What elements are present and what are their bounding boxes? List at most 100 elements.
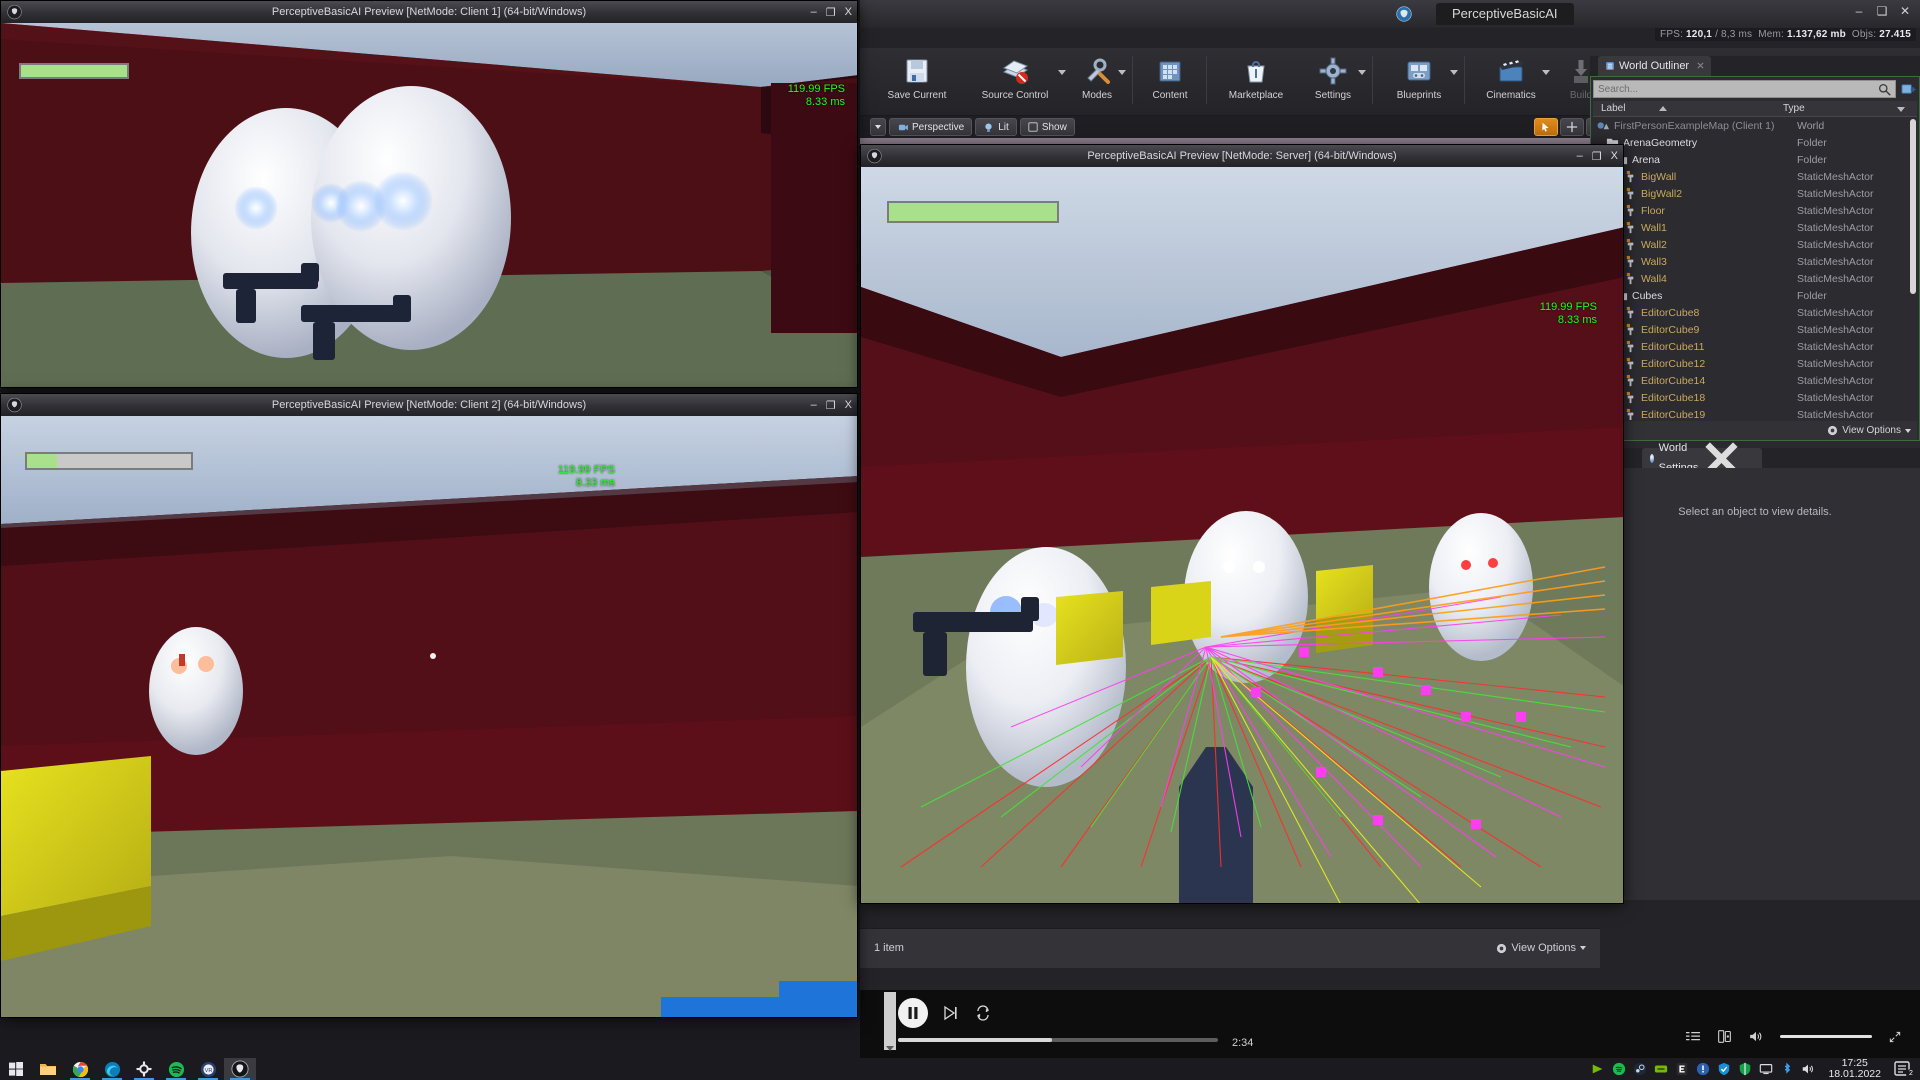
outliner-row[interactable]: EditorCube19 StaticMeshActor [1593, 406, 1917, 420]
maximize-button[interactable]: ❐ [826, 399, 836, 412]
outliner-row[interactable]: BigWall StaticMeshActor [1593, 168, 1917, 185]
preview-window-client2[interactable]: PerceptiveBasicAI Preview [NetMode: Clie… [0, 393, 858, 1018]
viewport-translate-button[interactable] [1559, 118, 1584, 136]
taskbar-start-button[interactable] [0, 1058, 32, 1080]
project-tab[interactable]: PerceptiveBasicAI [1436, 3, 1574, 25]
toolbar-marketplace-button[interactable]: Marketplace [1216, 50, 1296, 112]
taskbar-vr-app[interactable]: VR [192, 1058, 224, 1080]
close-button[interactable]: X [845, 6, 852, 18]
outliner-row[interactable]: FirstPersonExampleMap (Client 1) World [1593, 117, 1917, 134]
preview-viewport-client2[interactable]: 119.99 FPS 8.33 ms [1, 416, 857, 1017]
taskbar-clock[interactable]: 17:25 18.01.2022 [1822, 1058, 1887, 1080]
outliner-row[interactable]: Wall3 StaticMeshActor [1593, 253, 1917, 270]
tray-volume[interactable] [1801, 1062, 1815, 1076]
chevron-down-icon[interactable] [1358, 70, 1366, 75]
viewport-lit-button[interactable]: Lit [975, 118, 1017, 136]
toolbar-cinematics-button[interactable]: Cinematics [1474, 50, 1550, 112]
preview-window-client1[interactable]: PerceptiveBasicAI Preview [NetMode: Clie… [0, 0, 858, 388]
viewport-show-button[interactable]: Show [1019, 118, 1075, 136]
filter-chevron-down-icon[interactable] [1897, 107, 1905, 112]
taskbar-unreal-engine[interactable] [224, 1058, 256, 1080]
toolbar-save-current-button[interactable]: Save Current [874, 50, 960, 112]
outliner-row[interactable]: Floor StaticMeshActor [1593, 202, 1917, 219]
maximize-button[interactable]: ❑ [1875, 4, 1889, 18]
taskbar-spotify[interactable] [160, 1058, 192, 1080]
viewport-menu-button[interactable] [870, 118, 886, 136]
tray-shield[interactable] [1738, 1062, 1752, 1076]
close-button[interactable]: X [845, 399, 852, 411]
outliner-row[interactable]: Wall1 StaticMeshActor [1593, 219, 1917, 236]
toolbar-settings-button[interactable]: Settings [1302, 50, 1366, 112]
outliner-row[interactable]: ArenaGeometry Folder [1593, 134, 1917, 151]
toolbar-source-control-button[interactable]: Source Control [966, 50, 1066, 112]
chevron-down-icon[interactable] [1118, 70, 1126, 75]
fullscreen-icon[interactable] [1888, 1030, 1902, 1044]
outliner-row[interactable]: Arena Folder [1593, 151, 1917, 168]
outliner-row[interactable]: Wall2 StaticMeshActor [1593, 236, 1917, 253]
maximize-button[interactable]: ❐ [826, 6, 836, 19]
media-progress-bar[interactable] [898, 1038, 1218, 1042]
minimize-button[interactable]: – [811, 6, 817, 18]
outliner-row[interactable]: Cubes Folder [1593, 287, 1917, 304]
close-button[interactable]: ✕ [1898, 4, 1912, 18]
outliner-view-options-label[interactable]: View Options [1842, 425, 1901, 436]
outliner-row[interactable]: EditorCube18 StaticMeshActor [1593, 389, 1917, 406]
tray-epic-games[interactable] [1675, 1062, 1689, 1076]
tray-steam[interactable] [1633, 1062, 1647, 1076]
column-type[interactable]: Type [1783, 103, 1917, 114]
pause-button[interactable] [898, 998, 928, 1028]
outliner-row[interactable]: BigWall2 StaticMeshActor [1593, 185, 1917, 202]
outliner-row[interactable]: EditorCube14 StaticMeshActor [1593, 372, 1917, 389]
outliner-row[interactable]: EditorCube12 StaticMeshActor [1593, 355, 1917, 372]
add-actor-button[interactable] [1899, 80, 1917, 98]
cast-icon[interactable] [1717, 1029, 1732, 1044]
tray-nvidia-green[interactable] [1654, 1062, 1668, 1076]
chevron-down-icon[interactable] [1450, 70, 1458, 75]
close-button[interactable]: X [1611, 150, 1618, 162]
close-icon[interactable] [1697, 62, 1704, 69]
viewport-select-mode-button[interactable] [1533, 118, 1558, 136]
tab-world-outliner[interactable]: World Outliner [1598, 56, 1712, 76]
column-label[interactable]: Label [1593, 103, 1783, 114]
toolbar-blueprints-button[interactable]: Blueprints [1382, 50, 1458, 112]
taskbar-file-explorer[interactable] [32, 1058, 64, 1080]
media-scrub-handle[interactable] [884, 992, 896, 1051]
chevron-down-icon[interactable] [1058, 70, 1066, 75]
maximize-button[interactable]: ❐ [1592, 150, 1602, 163]
taskbar-chrome[interactable] [64, 1058, 96, 1080]
outliner-list[interactable]: FirstPersonExampleMap (Client 1) World Are… [1593, 117, 1917, 420]
preview-viewport-client1[interactable]: 119.99 FPS 8.33 ms [1, 23, 857, 387]
viewport-perspective-button[interactable]: Perspective [889, 118, 973, 136]
chevron-down-icon[interactable] [1542, 70, 1550, 75]
loop-icon[interactable] [974, 1004, 992, 1022]
tray-antivirus[interactable] [1717, 1062, 1731, 1076]
preview-title-bar[interactable]: PerceptiveBasicAI Preview [NetMode: Clie… [1, 394, 857, 416]
outliner-scrollbar[interactable] [1910, 119, 1916, 294]
outliner-row[interactable]: EditorCube11 StaticMeshActor [1593, 338, 1917, 355]
notification-center-button[interactable]: 2 [1894, 1061, 1916, 1079]
preview-title-bar[interactable]: PerceptiveBasicAI Preview [NetMode: Clie… [1, 1, 857, 23]
tray-spotify-tray[interactable] [1612, 1062, 1626, 1076]
content-view-options[interactable]: View Options [1496, 942, 1586, 954]
outliner-row[interactable]: EditorCube8 StaticMeshActor [1593, 304, 1917, 321]
outliner-row[interactable]: EditorCube9 StaticMeshActor [1593, 321, 1917, 338]
search-box[interactable] [1593, 80, 1896, 98]
preview-title-bar[interactable]: PerceptiveBasicAI Preview [NetMode: Serv… [861, 145, 1623, 167]
toolbar-content-button[interactable]: Content [1142, 50, 1198, 112]
outliner-row[interactable]: Wall4 StaticMeshActor [1593, 270, 1917, 287]
next-track-icon[interactable] [942, 1004, 960, 1022]
tray-bluetooth[interactable] [1780, 1062, 1794, 1076]
volume-slider[interactable] [1780, 1035, 1872, 1038]
tray-nvidia[interactable] [1591, 1062, 1605, 1076]
minimize-button[interactable]: – [811, 399, 817, 411]
tray-warning[interactable] [1696, 1062, 1710, 1076]
tray-display[interactable] [1759, 1062, 1773, 1076]
toolbar-modes-button[interactable]: Modes [1070, 50, 1126, 112]
tab-world-settings[interactable]: World Settings [1642, 441, 1763, 475]
search-input[interactable] [1598, 83, 1891, 95]
minimize-button[interactable]: – [1852, 4, 1866, 18]
preview-viewport-server[interactable]: 119.99 FPS 8.33 ms [861, 167, 1623, 903]
taskbar-edge[interactable] [96, 1058, 128, 1080]
taskbar-settings[interactable] [128, 1058, 160, 1080]
minimize-button[interactable]: – [1577, 150, 1583, 162]
